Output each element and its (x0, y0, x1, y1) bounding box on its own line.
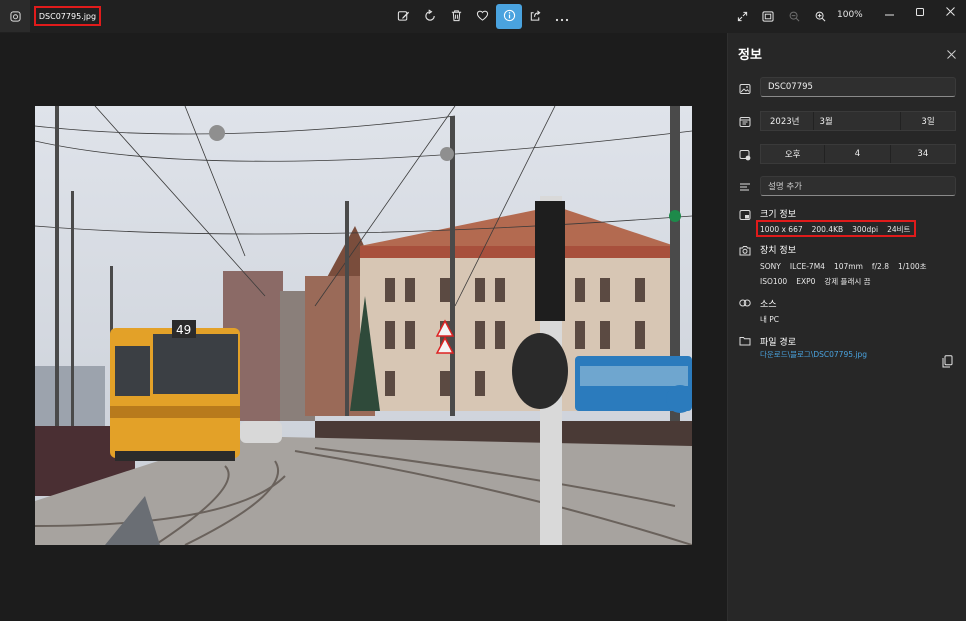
folder-icon (738, 334, 752, 348)
zoom-out-button[interactable] (784, 4, 804, 28)
caption-input[interactable]: 설명 추가 (760, 176, 956, 196)
camera-icon (738, 243, 752, 257)
file-size: 200.4KB (811, 225, 844, 234)
zoom-in-icon (815, 7, 826, 26)
share-icon (529, 7, 542, 26)
clock-calendar-icon (738, 148, 752, 162)
close-window-button[interactable] (938, 3, 962, 17)
info-button[interactable] (496, 4, 522, 29)
favorite-button[interactable] (469, 4, 495, 29)
time-ampm[interactable]: 오후 (761, 145, 826, 163)
date-day[interactable]: 3일 (901, 112, 955, 130)
photo-tram-budapest[interactable]: 49 (35, 106, 692, 545)
title-bar: DSC07795.jpg 100% (0, 0, 966, 33)
time-minute[interactable]: 34 (891, 145, 955, 163)
maximize-icon (916, 1, 924, 20)
focal-length: 107mm (833, 262, 863, 271)
fullscreen-button[interactable] (732, 4, 752, 28)
info-icon (503, 7, 516, 26)
aperture: f/2.8 (871, 262, 889, 271)
fit-to-window-button[interactable] (758, 4, 778, 28)
close-panel-button[interactable] (943, 45, 959, 61)
calendar-icon (738, 115, 752, 129)
file-path-label: 파일 경로 (760, 338, 796, 348)
caption-icon (738, 180, 752, 194)
more-options-button[interactable] (549, 4, 575, 29)
image-dpi: 300dpi (852, 225, 879, 234)
more-icon (555, 7, 569, 26)
svg-text:49: 49 (176, 323, 191, 337)
panel-title: 정보 (738, 48, 762, 63)
camera-make: SONY (760, 262, 781, 271)
copy-path-button[interactable] (939, 353, 955, 371)
share-button[interactable] (522, 4, 548, 29)
rotate-button[interactable] (417, 4, 443, 29)
link-icon (738, 296, 752, 310)
copy-icon (942, 353, 953, 372)
image-size-icon (738, 208, 752, 222)
bit-depth: 24비트 (887, 225, 911, 234)
info-panel: 정보 DSC07795 2023년 3월 3일 오후 4 34 설명 추가 크기… (727, 33, 966, 621)
file-path-link[interactable]: 다운로드\블로그\DSC07795.jpg (760, 349, 867, 360)
edit-image-button[interactable] (390, 4, 416, 29)
expand-icon (737, 7, 748, 26)
zoom-in-button[interactable] (810, 4, 830, 28)
fit-icon (762, 7, 774, 26)
time-hour[interactable]: 4 (825, 145, 891, 163)
delete-icon (450, 7, 463, 26)
rotate-icon (424, 7, 437, 26)
image-dimensions: 1000 x 667 (760, 225, 803, 234)
size-info-label: 크기 정보 (760, 210, 796, 220)
edit-icon (397, 7, 410, 26)
device-info-line1: SONY ILCE-7M4 107mm f/2.8 1/100초 (760, 261, 936, 272)
heart-icon (476, 7, 489, 26)
device-info-line2: ISO100 EXP0 강제 플래시 끔 (760, 276, 880, 287)
file-name-field[interactable]: DSC07795 (760, 77, 956, 97)
date-year[interactable]: 2023년 (761, 112, 815, 130)
size-info-values: 1000 x 667 200.4KB 300dpi 24비트 (760, 224, 919, 235)
date-picker[interactable]: 2023년 3월 3일 (760, 111, 956, 131)
time-picker[interactable]: 오후 4 34 (760, 144, 956, 164)
maximize-button[interactable] (908, 3, 932, 17)
image-icon (738, 82, 752, 96)
camera-model: ILCE-7M4 (789, 262, 825, 271)
source-label: 소스 (760, 300, 777, 310)
shutter-speed: 1/100초 (898, 262, 927, 271)
iso-value: ISO100 (760, 277, 788, 286)
close-icon (945, 1, 955, 20)
zoom-level[interactable]: 100% (837, 10, 863, 20)
photos-app-icon[interactable] (0, 0, 30, 32)
minimize-icon (884, 1, 894, 20)
flash-mode: 강제 플래시 끔 (824, 277, 871, 286)
file-name-title: DSC07795.jpg (34, 6, 101, 26)
exposure-value: EXP0 (796, 277, 816, 286)
minimize-button[interactable] (877, 3, 901, 17)
date-month[interactable]: 3월 (814, 112, 902, 130)
close-icon (946, 44, 956, 63)
delete-button[interactable] (443, 4, 469, 29)
device-info-label: 장치 정보 (760, 246, 796, 256)
source-value: 내 PC (760, 315, 780, 324)
zoom-out-icon (789, 7, 800, 26)
